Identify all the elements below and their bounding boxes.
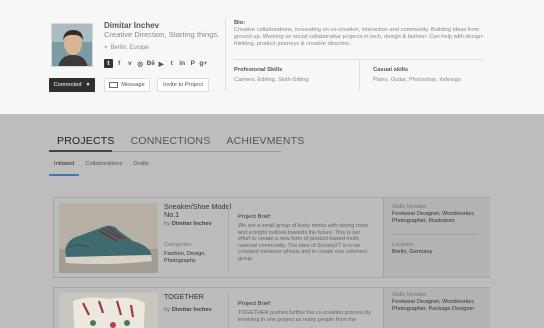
- tumblr-small-icon[interactable]: t: [168, 59, 177, 68]
- location-pin-icon: ⌖: [104, 44, 108, 51]
- social-links: t f v ◎ Bē ▶ t in P g+: [104, 59, 208, 68]
- tab-connections[interactable]: CONNECTIONS: [123, 135, 219, 151]
- message-button[interactable]: Message: [104, 78, 150, 92]
- project-brief: We are a small group of lively minds wit…: [238, 223, 369, 262]
- project-title[interactable]: TOGETHER: [164, 293, 234, 301]
- subtab-collaborations[interactable]: Collaborations: [80, 161, 128, 175]
- dribbble-icon[interactable]: ◎: [136, 59, 145, 68]
- googleplus-icon[interactable]: g+: [199, 59, 208, 68]
- project-sidebar: Skills Needed Footwear Designer, Woodwor…: [383, 288, 490, 328]
- project-author: by Dimitar Inchev: [164, 307, 212, 313]
- tab-achievements[interactable]: ACHIEVMENTS: [218, 135, 312, 151]
- professional-skills: Camera, Editing, Sloth-Sitting: [234, 77, 309, 83]
- envelope-icon: [109, 82, 119, 88]
- skills-needed: Footwear Designer, Woodworker, Photograp…: [392, 211, 475, 224]
- bio-text: Creative collaborations, innovating on c…: [234, 27, 484, 47]
- tab-projects[interactable]: PROJECTS: [49, 135, 123, 151]
- project-sidebar: Skills Needed Footwear Designer, Woodwor…: [383, 198, 490, 277]
- project-location: Berlin, Germany: [392, 249, 433, 255]
- divider: [225, 18, 226, 91]
- project-brief: TOGETHER pushes further the co-creation …: [238, 310, 372, 323]
- project-author: by Dimitar Inchev: [164, 221, 212, 227]
- project-card[interactable]: TOGETHER by Dimitar Inchev Project Brief…: [53, 287, 490, 328]
- tumblr-icon[interactable]: t: [104, 59, 113, 68]
- profile-location-text: Berlin, Europe: [110, 45, 149, 51]
- profile-name: Dimitar Inchev: [104, 21, 160, 30]
- subtab-drafts[interactable]: Drafts: [128, 161, 154, 175]
- skills-needed-label: Skills Needed: [392, 204, 427, 210]
- facebook-icon[interactable]: f: [115, 59, 124, 68]
- connected-button[interactable]: Connected ▼: [49, 78, 95, 92]
- project-card[interactable]: Sneaker/Shoe Model No.1 by Dimitar Inche…: [53, 197, 490, 278]
- subtab-initiated[interactable]: Initiated: [49, 161, 80, 175]
- divider: [228, 203, 229, 273]
- bio-label: Bio:: [234, 20, 246, 26]
- behance-icon[interactable]: Bē: [147, 59, 156, 68]
- project-brief-label: Project Brief:: [238, 301, 272, 307]
- project-thumbnail-sneaker[interactable]: [59, 203, 158, 273]
- message-label: Message: [121, 82, 145, 88]
- divider: [392, 234, 478, 235]
- project-subtabs: Initiated Collaborations Drafts: [49, 161, 155, 175]
- divider: [359, 60, 360, 91]
- project-thumbnail-together[interactable]: [59, 293, 158, 328]
- project-categories: Fashion, Design, Photography: [164, 251, 206, 264]
- youtube-icon[interactable]: ▶: [157, 59, 166, 68]
- categories-label: Categories:: [164, 242, 193, 248]
- project-title[interactable]: Sneaker/Shoe Model No.1: [164, 203, 234, 219]
- skills-needed-label: Skills Needed: [392, 292, 427, 298]
- professional-skills-label: Profesional Skills: [234, 67, 283, 73]
- profile-header: Dimitar Inchev Creative Direction, Start…: [0, 0, 544, 114]
- vimeo-icon[interactable]: v: [126, 59, 135, 68]
- caret-down-icon: ▼: [85, 82, 91, 88]
- project-author-name[interactable]: Dimitar Inchev: [172, 307, 212, 313]
- linkedin-icon[interactable]: in: [178, 59, 187, 68]
- project-author-name[interactable]: Dimitar Inchev: [172, 221, 212, 227]
- profile-tabs: PROJECTS CONNECTIONS ACHIEVMENTS: [49, 135, 312, 151]
- location-label: Location:: [392, 242, 415, 248]
- active-tab-indicator: [49, 150, 112, 152]
- by-prefix: by: [164, 221, 171, 227]
- pinterest-icon[interactable]: P: [189, 59, 198, 68]
- connected-label: Connected: [53, 82, 82, 88]
- casual-skills: Piano, Guitar, Photoshop, Indesign: [373, 77, 461, 83]
- profile-tagline: Creative Direction, Starting things.: [104, 30, 220, 39]
- casual-skills-label: Casual skills: [373, 67, 409, 73]
- project-brief-label: Project Brief:: [238, 214, 272, 220]
- profile-location: ⌖ Berlin, Europe: [104, 44, 149, 52]
- by-prefix: by: [164, 307, 171, 313]
- avatar[interactable]: [51, 23, 93, 67]
- divider: [228, 293, 229, 328]
- active-subtab-indicator: [49, 174, 79, 176]
- invite-to-project-button[interactable]: Invite to Project: [157, 78, 209, 92]
- skills-needed: Footwear Designer, Woodworker, Photograp…: [392, 299, 475, 312]
